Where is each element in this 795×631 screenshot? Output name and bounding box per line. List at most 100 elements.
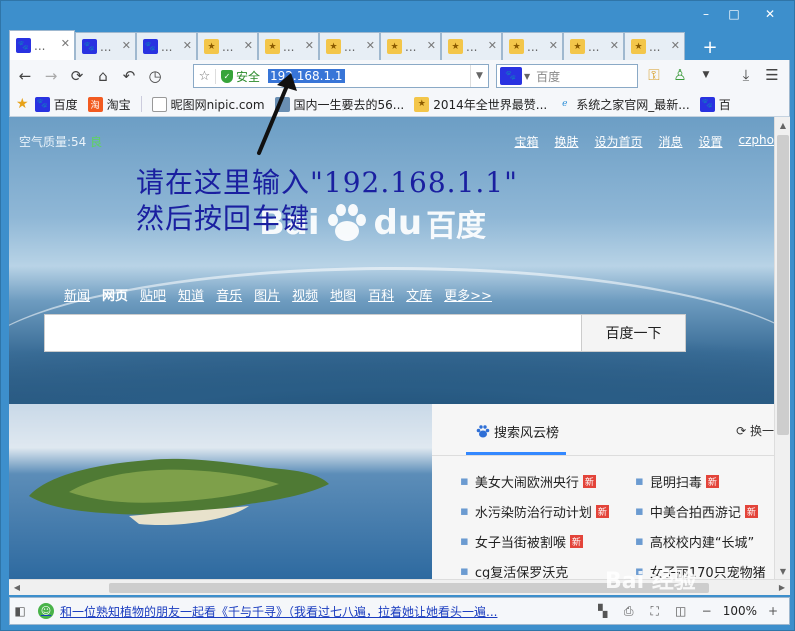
tab[interactable]: ★ ... ✕ [624, 32, 685, 60]
hot-item[interactable]: ▪ 水污染防治行动计划新 [460, 502, 635, 521]
island-photo[interactable] [9, 404, 432, 579]
tab[interactable]: ★ ... ✕ [563, 32, 624, 60]
chart-icon[interactable]: ▚ [593, 601, 613, 621]
vertical-scrollbar[interactable]: ▲ ▼ [774, 117, 790, 579]
search-button[interactable]: 百度一下 [582, 314, 686, 352]
scroll-up-icon[interactable]: ▲ [775, 117, 791, 133]
hot-item[interactable]: ▪ 中美合拍西游记新 [635, 502, 774, 521]
tab[interactable]: ★ ... ✕ [319, 32, 380, 60]
messages-link[interactable]: 消息 [659, 133, 683, 150]
hot-search-title-text: 搜索风云榜 [494, 426, 560, 441]
forward-arrow-icon[interactable]: → [40, 65, 62, 87]
bookmark-star-icon[interactable]: ☆ [194, 68, 216, 84]
hot-item[interactable]: ▪ 女子当街被割喉新 [460, 532, 635, 551]
nav-baike[interactable]: 百科 [368, 285, 394, 304]
tab-close-icon[interactable]: ✕ [671, 39, 680, 52]
zoom-out-icon[interactable]: − [697, 601, 717, 621]
refresh-hot-list-button[interactable]: ⟳ 换一 [736, 422, 774, 439]
nav-news[interactable]: 新闻 [64, 285, 90, 304]
settings-link[interactable]: 设置 [699, 133, 723, 150]
tab[interactable]: 🐾 ... ✕ [75, 32, 136, 60]
split-view-icon[interactable]: ◫ [671, 601, 691, 621]
baidu-paw-icon[interactable]: 🐾 [500, 67, 522, 85]
tab[interactable]: ★ ... ✕ [197, 32, 258, 60]
tab-title: ... [222, 39, 234, 54]
download-icon[interactable]: ⤓ [735, 64, 757, 86]
tab-title: ... [405, 39, 417, 54]
tab-close-icon[interactable]: ✕ [61, 37, 70, 50]
nav-zhidao[interactable]: 知道 [178, 285, 204, 304]
tab[interactable]: 🐾 ... ✕ [9, 30, 75, 60]
nav-video[interactable]: 视频 [292, 285, 318, 304]
status-news-link[interactable]: ☺ 和一位熟知植物的朋友一起看《千与千寻》（我看过七八遍，拉着她让她看头一遍..… [38, 603, 497, 620]
maximize-button[interactable]: □ [720, 3, 748, 25]
bookmark-item[interactable]: 🐾 百度 [34, 96, 78, 113]
bookmark-item[interactable]: 淘 淘宝 [87, 96, 131, 113]
bullet: ▪ [460, 533, 469, 549]
tab[interactable]: ★ ... ✕ [502, 32, 563, 60]
address-bar[interactable]: ☆ ✓ 安全 192.168.1.1 ▼ [193, 64, 489, 88]
hot-item[interactable]: ▪ 高校校内建“长城” [635, 532, 774, 551]
nav-wenku[interactable]: 文库 [406, 285, 432, 304]
tab-close-icon[interactable]: ✕ [427, 39, 436, 52]
history-clock-icon[interactable]: ◷ [144, 65, 166, 87]
new-badge: 新 [705, 474, 719, 488]
scroll-down-icon[interactable]: ▼ [775, 563, 791, 579]
tab[interactable]: ★ ... ✕ [380, 32, 441, 60]
chevron-down-icon[interactable]: ▼ [470, 65, 488, 87]
bookmark-item[interactable]: ℯ 系统之家官网_最新... [557, 96, 690, 113]
undo-icon[interactable]: ↶ [118, 65, 140, 87]
back-arrow-icon[interactable]: ← [14, 65, 36, 87]
hot-item[interactable]: ▪ 昆明扫毒新 [635, 472, 774, 491]
nav-web[interactable]: 网页 [102, 285, 128, 304]
search-box[interactable]: 🐾 ▼ 百度 [496, 64, 638, 88]
user-link[interactable]: czpho [739, 133, 774, 150]
scroll-left-icon[interactable]: ◀ [9, 580, 25, 595]
bookmark-item[interactable]: ★ 2014年全世界最赞... [414, 96, 547, 113]
menu-icon[interactable]: ☰ [761, 64, 783, 86]
refresh-icon[interactable]: ⟳ [66, 65, 88, 87]
zoom-in-icon[interactable]: + [763, 601, 783, 621]
tab-close-icon[interactable]: ✕ [244, 39, 253, 52]
tab-close-icon[interactable]: ✕ [122, 39, 131, 52]
nav-music[interactable]: 音乐 [216, 285, 242, 304]
tab-close-icon[interactable]: ✕ [549, 39, 558, 52]
nav-images[interactable]: 图片 [254, 285, 280, 304]
search-input[interactable] [44, 314, 582, 352]
tab-close-icon[interactable]: ✕ [488, 39, 497, 52]
close-window-button[interactable]: ✕ [748, 3, 792, 25]
bookmark-item[interactable]: 🐾 百 [699, 96, 731, 113]
tab-close-icon[interactable]: ✕ [305, 39, 314, 52]
user-icon[interactable]: ♙ [669, 64, 691, 86]
chevron-down-icon[interactable]: ▼ [695, 64, 717, 86]
hot-item[interactable]: ▪ 美女大闹欧洲央行新 [460, 472, 635, 491]
tab[interactable]: ★ ... ✕ [258, 32, 319, 60]
air-quality[interactable]: 空气质量:54 良 [19, 133, 102, 150]
home-icon[interactable]: ⌂ [92, 65, 114, 87]
set-homepage-link[interactable]: 设为首页 [594, 133, 642, 150]
chevron-down-icon[interactable]: ▼ [524, 72, 530, 81]
treasure-link[interactable]: 宝箱 [514, 133, 538, 150]
fullscreen-icon[interactable]: ⛶ [645, 601, 665, 621]
zoom-level[interactable]: 100% [723, 604, 757, 618]
minimize-button[interactable]: – [692, 3, 720, 25]
page-icon [151, 96, 167, 112]
key-icon[interactable]: ⚿ [643, 64, 665, 86]
nav-tieba[interactable]: 贴吧 [140, 285, 166, 304]
nav-more[interactable]: 更多>> [444, 285, 492, 304]
tab[interactable]: ★ ... ✕ [441, 32, 502, 60]
scrollbar-thumb[interactable] [777, 135, 789, 435]
nav-map[interactable]: 地图 [330, 285, 356, 304]
scroll-right-icon[interactable]: ▶ [774, 580, 790, 595]
skin-link[interactable]: 换肤 [554, 133, 578, 150]
new-tab-button[interactable]: + [697, 34, 723, 60]
tab[interactable]: 🐾 ... ✕ [136, 32, 197, 60]
screenshot-icon[interactable]: ⎙ [619, 601, 639, 621]
tab-close-icon[interactable]: ✕ [366, 39, 375, 52]
bookmark-item[interactable]: 昵图网nipic.com [151, 96, 265, 113]
sidebar-toggle-icon[interactable]: ◧ [10, 601, 30, 621]
tab-close-icon[interactable]: ✕ [183, 39, 192, 52]
tab-close-icon[interactable]: ✕ [610, 39, 619, 52]
hot-search-title[interactable]: 搜索风云榜 [476, 422, 559, 441]
favorites-star-icon[interactable]: ★ [16, 96, 29, 112]
